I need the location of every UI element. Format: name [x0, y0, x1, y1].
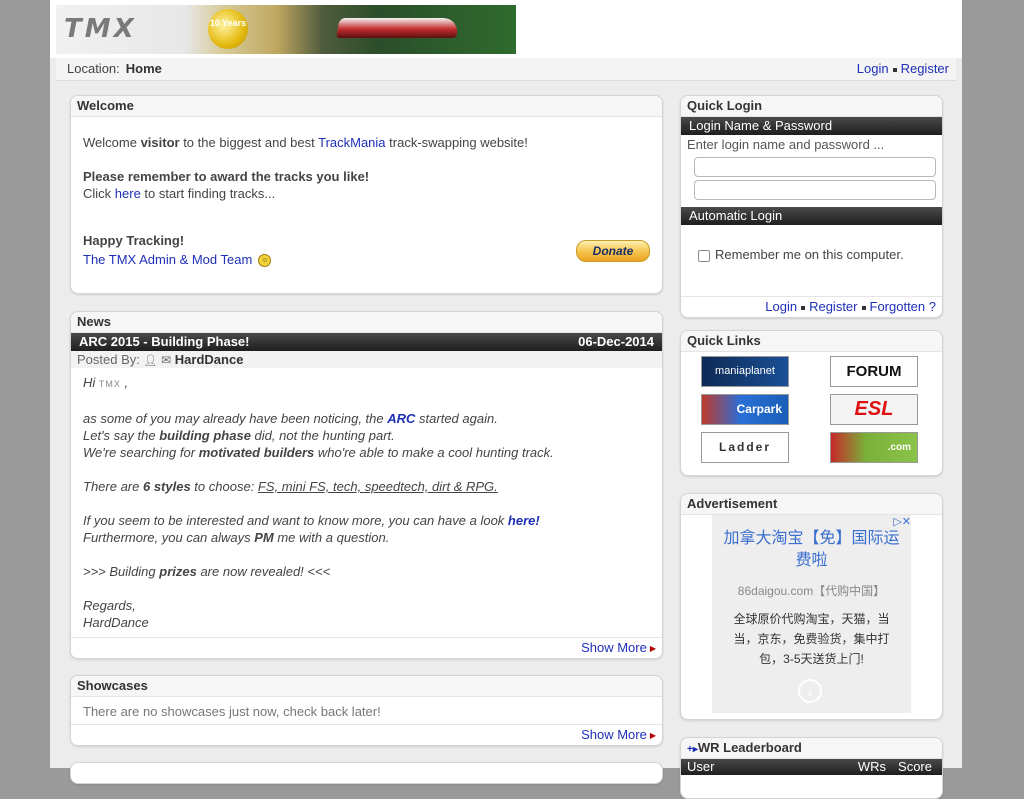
auto-login-header: Automatic Login: [681, 207, 942, 225]
username-input[interactable]: [694, 157, 936, 177]
quick-register-link[interactable]: Register: [809, 299, 857, 314]
quick-login-links: Login Register Forgotten ?: [681, 296, 942, 317]
next-box: [70, 762, 663, 784]
remember-checkbox[interactable]: [698, 249, 710, 262]
ad-banner[interactable]: ▷✕ 加拿大淘宝【免】国际运费啦 86daigou.com【代购中国】 全球原价…: [712, 515, 911, 713]
news-headline[interactable]: ARC 2015 - Building Phase!: [79, 334, 249, 349]
arc-link[interactable]: ARC: [387, 411, 415, 426]
login-section-header: Login Name & Password: [681, 117, 942, 135]
wr-leaderboard-title: +▸WR Leaderboard: [681, 738, 942, 759]
welcome-body: Welcome visitor to the biggest and best …: [83, 135, 528, 268]
welcome-box: Welcome Welcome visitor to the biggest a…: [70, 95, 663, 294]
carpark-link[interactable]: Carpark: [701, 394, 789, 425]
esl-link[interactable]: ESL: [830, 394, 918, 425]
trackmania-link[interactable]: TrackMania: [318, 135, 385, 150]
site-logo: TMX: [64, 14, 137, 44]
showcases-show-more-bar: Show More ▶: [71, 724, 662, 745]
forgotten-link[interactable]: Forgotten ?: [870, 299, 937, 314]
register-link[interactable]: Register: [901, 61, 949, 76]
header: TMX 10 Years: [50, 0, 962, 58]
donate-button[interactable]: Donate: [576, 240, 650, 262]
mail-icon[interactable]: ✉: [161, 353, 171, 367]
more-info-link[interactable]: here!: [508, 513, 540, 528]
col-user[interactable]: User: [687, 759, 714, 774]
quick-links-title: Quick Links: [681, 331, 942, 352]
showcases-box: Showcases There are no showcases just no…: [70, 675, 663, 746]
welcome-title: Welcome: [71, 96, 662, 117]
arrow-right-icon: ▶: [649, 730, 656, 740]
forum-link[interactable]: FORUM: [830, 356, 918, 387]
news-title: News: [71, 312, 662, 333]
ad-next-icon[interactable]: ›: [798, 679, 822, 703]
remember-row: Remember me on this computer.: [681, 225, 942, 262]
remember-label: Remember me on this computer.: [715, 247, 904, 262]
login-link[interactable]: Login: [857, 61, 889, 76]
car-image: [336, 18, 460, 38]
col-score[interactable]: Score: [898, 759, 932, 775]
wr-table-header: User WRs Score: [681, 759, 942, 775]
tmx-mini-logo-icon: TMX: [98, 379, 121, 389]
team-link[interactable]: The TMX Admin & Mod Team: [83, 252, 252, 267]
news-show-more-bar: Show More ▶: [71, 637, 662, 658]
quick-login-title: Quick Login: [681, 96, 942, 117]
password-input[interactable]: [694, 180, 936, 200]
col-wrs[interactable]: WRs: [858, 759, 886, 775]
advertisement-title: Advertisement: [681, 494, 942, 515]
auth-links: Login Register: [857, 61, 949, 76]
separator-icon: [892, 67, 897, 72]
wr-leaderboard-box: +▸WR Leaderboard User WRs Score: [680, 737, 943, 799]
news-box: News ARC 2015 - Building Phase! 06-Dec-2…: [70, 311, 663, 659]
ad-body: 全球原价代购淘宝，天猫，当当，京东，免费验货，集中打包，3-5天送货上门!: [733, 612, 890, 666]
smiley-icon: ☺: [258, 254, 272, 268]
page: TMX 10 Years Location: Home Login Register…: [50, 0, 962, 799]
maniaplanet-link[interactable]: maniaplanet: [701, 356, 789, 387]
separator-icon: [801, 305, 806, 310]
news-show-more-link[interactable]: Show More: [581, 640, 647, 655]
news-article: Hi TMX , as some of you may already have…: [83, 375, 554, 630]
advertisement-box: Advertisement ▷✕ 加拿大淘宝【免】国际运费啦 86daigou.…: [680, 493, 943, 720]
quick-login-box: Quick Login Login Name & Password Enter …: [680, 95, 943, 318]
here-link[interactable]: here: [115, 186, 141, 201]
login-hint: Enter login name and password ...: [687, 137, 885, 152]
ad-source: 86daigou.com【代购中国】: [737, 584, 886, 598]
ad-close-icon[interactable]: ▷✕: [893, 515, 911, 528]
news-headline-bar: ARC 2015 - Building Phase! 06-Dec-2014: [71, 333, 662, 351]
author-link[interactable]: HardDance: [175, 352, 244, 367]
quick-login-link[interactable]: Login: [765, 299, 797, 314]
breadcrumb: Location: Home: [67, 61, 162, 76]
breadcrumb-current: Home: [125, 61, 162, 76]
ad-headline[interactable]: 加拿大淘宝【免】国际运费啦: [712, 528, 911, 572]
separator-icon: [861, 305, 866, 310]
arrow-right-icon: ▶: [649, 643, 656, 653]
user-icon: 👤︎: [143, 355, 158, 367]
showcases-show-more-link[interactable]: Show More: [581, 727, 647, 742]
quick-links-grid: maniaplanet FORUM Carpark ESL Ladder .co…: [681, 352, 942, 472]
anniversary-medal-icon: 10 Years: [208, 9, 248, 49]
news-date: 06-Dec-2014: [578, 334, 654, 349]
ladder-link[interactable]: Ladder: [701, 432, 789, 463]
expand-icon[interactable]: +▸: [687, 744, 698, 755]
partner-link[interactable]: .com: [830, 432, 918, 463]
location-bar: Location: Home Login Register: [56, 58, 956, 81]
posted-by: Posted By: 👤︎ ✉ HardDance: [71, 351, 662, 368]
site-banner[interactable]: TMX 10 Years: [56, 5, 516, 54]
showcases-title: Showcases: [71, 676, 662, 697]
quick-links-box: Quick Links maniaplanet FORUM Carpark ES…: [680, 330, 943, 476]
